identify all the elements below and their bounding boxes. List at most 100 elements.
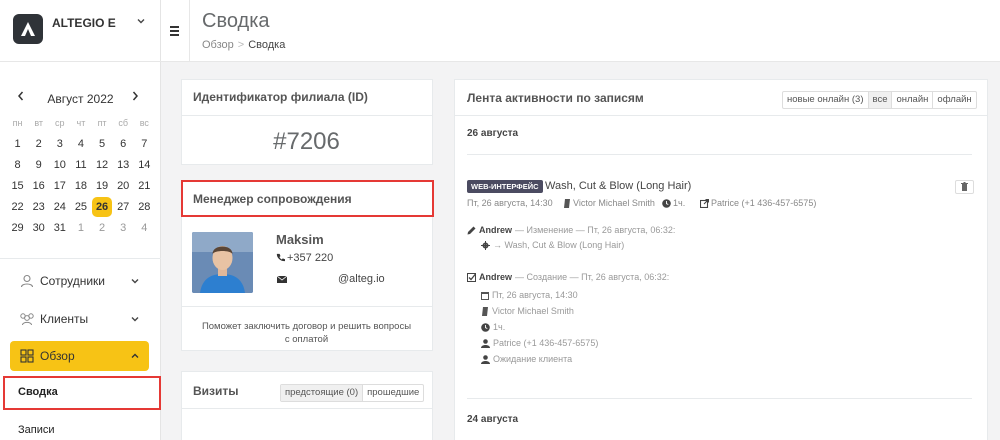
calendar-day[interactable]: 28	[134, 201, 155, 213]
brand-header[interactable]: ALTEGIO E	[0, 0, 161, 62]
activity-title: Лента активности по записям	[467, 91, 644, 105]
visits-title: Визиты	[193, 384, 239, 398]
calendar-day[interactable]: 8	[7, 159, 28, 171]
log-header-change: Andrew — Изменение — Пт, 26 августа, 06:3…	[467, 225, 675, 235]
pencil-icon	[467, 226, 476, 234]
manager-note: Поможет заключить договор и решить вопро…	[201, 321, 412, 345]
calendar-day[interactable]: 11	[70, 159, 91, 171]
calendar-day[interactable]: 10	[49, 159, 70, 171]
calendar-day-next-month[interactable]: 1	[70, 222, 91, 234]
gear-icon	[481, 240, 490, 250]
calendar-grid: пн вт ср чт пт сб вс 1 2 3 4 5 6 7 8 9 1…	[7, 112, 155, 238]
calendar-day[interactable]: 3	[49, 138, 70, 150]
log-create-item: Пт, 26 августа, 14:30	[481, 290, 578, 300]
filter-upcoming[interactable]: предстоящие (0)	[281, 385, 364, 401]
chevron-down-icon[interactable]	[136, 16, 146, 26]
branch-id-value: #7206	[273, 128, 340, 155]
log-header-create: Andrew — Создание — Пт, 26 августа, 06:32…	[467, 272, 669, 282]
calendar-day[interactable]: 1	[7, 138, 28, 150]
calendar-day[interactable]: 7	[134, 138, 155, 150]
calendar-day[interactable]: 12	[92, 159, 113, 171]
users-icon	[20, 313, 34, 326]
calendar-day[interactable]: 19	[92, 180, 113, 192]
filter-new-online[interactable]: новые онлайн (3)	[783, 92, 869, 108]
visits-filter-group: предстоящие (0) прошедшие	[280, 384, 425, 402]
calendar-day[interactable]: 13	[113, 159, 134, 171]
calendar-day[interactable]: 30	[28, 222, 49, 234]
calendar-day[interactable]: 27	[113, 201, 134, 213]
calendar-weekdays: пн вт ср чт пт сб вс	[7, 112, 155, 133]
sidebar-item-staff[interactable]: Сотрудники	[0, 264, 161, 298]
menu-icon[interactable]	[170, 26, 179, 38]
calendar-day[interactable]: 14	[134, 159, 155, 171]
sidebar-divider	[0, 258, 161, 259]
filter-past[interactable]: прошедшие	[363, 385, 423, 401]
entry-staff: Victor Michael Smith	[563, 198, 655, 208]
breadcrumb-current: Сводка	[248, 39, 286, 51]
header-divider	[189, 0, 190, 62]
breadcrumb-item[interactable]: Обзор	[202, 39, 234, 51]
card-divider	[454, 115, 988, 116]
calendar-day-today[interactable]: 26	[92, 196, 113, 217]
delete-button[interactable]	[955, 180, 974, 194]
sidebar-item-overview-content[interactable]: Обзор	[0, 339, 161, 373]
page-title: Сводка	[202, 10, 270, 32]
calendar-day[interactable]: 24	[49, 201, 70, 213]
sidebar: ALTEGIO E Август 2022 пн вт ср чт пт сб …	[0, 0, 161, 440]
calendar-week: 1 2 3 4 5 6 7	[7, 133, 155, 154]
chevron-right-icon[interactable]	[130, 90, 140, 102]
calendar-day-next-month[interactable]: 3	[113, 222, 134, 234]
calendar-week: 15 16 17 18 19 20 21	[7, 175, 155, 196]
weekday: пт	[97, 117, 107, 128]
envelope-icon	[277, 276, 287, 283]
sidebar-item-label: Обзор	[40, 349, 75, 363]
calendar-week: 22 23 24 25 26 27 28	[7, 196, 155, 217]
filter-all[interactable]: все	[868, 92, 893, 108]
calendar-day[interactable]: 20	[113, 180, 134, 192]
calendar-week: 29 30 31 1 2 3 4	[7, 217, 155, 238]
calendar-day[interactable]: 2	[28, 138, 49, 150]
log-create-text: Victor Michael Smith	[492, 306, 574, 316]
sidebar-subitem-records[interactable]: Записи	[18, 424, 55, 436]
entry-duration-text: 1ч.	[673, 198, 686, 208]
source-badge: WEB-ИНТЕРФЕЙС	[467, 180, 543, 193]
calendar-day[interactable]: 22	[7, 201, 28, 213]
calendar-day[interactable]: 31	[49, 222, 70, 234]
calendar-day[interactable]: 21	[134, 180, 155, 192]
log-action: — Создание — Пт, 26 августа, 06:32:	[515, 272, 670, 282]
feed-date-label: 26 августа	[467, 128, 519, 139]
weekday: пн	[12, 117, 23, 128]
log-create-item: 1ч.	[481, 322, 505, 332]
calendar-day[interactable]: 25	[70, 201, 91, 213]
entry-duration: 1ч.	[662, 198, 685, 208]
log-create-text: Ожидание клиента	[493, 354, 573, 364]
dashboard-icon	[20, 349, 34, 363]
calendar-day[interactable]: 6	[113, 138, 134, 150]
calendar-day[interactable]: 15	[7, 180, 28, 192]
filter-online[interactable]: онлайн	[892, 92, 934, 108]
log-create-text: 1ч.	[493, 322, 506, 332]
calendar-day[interactable]: 18	[70, 180, 91, 192]
calendar-day-next-month[interactable]: 2	[92, 222, 113, 234]
manager-phone[interactable]: +357 220	[276, 252, 333, 264]
calendar-day[interactable]: 5	[92, 138, 113, 150]
breadcrumb: Обзор > Сводка	[202, 39, 285, 51]
sidebar-item-clients[interactable]: Клиенты	[0, 302, 161, 336]
today-marker: 26	[92, 196, 113, 217]
entry-client-text[interactable]: Patrice (+1 436-457-6575)	[711, 198, 816, 208]
top-bar: Сводка Обзор > Сводка	[161, 0, 1000, 62]
service-name[interactable]: Wash, Cut & Blow (Long Hair)	[545, 180, 691, 192]
filter-offline[interactable]: офлайн	[933, 92, 975, 108]
calendar-day[interactable]: 17	[49, 180, 70, 192]
calendar-day-next-month[interactable]: 4	[134, 222, 155, 234]
sidebar-item-label: Клиенты	[40, 312, 89, 326]
manager-email[interactable]: @alteg.io	[338, 273, 385, 285]
log-create-item: Ожидание клиента	[481, 354, 572, 364]
calendar-day[interactable]: 9	[28, 159, 49, 171]
calendar-day[interactable]: 16	[28, 180, 49, 192]
user-icon	[481, 354, 490, 364]
calendar-day[interactable]: 29	[7, 222, 28, 234]
calendar-day[interactable]: 23	[28, 201, 49, 213]
calendar-day[interactable]: 4	[70, 138, 91, 150]
entry-staff-text: Victor Michael Smith	[573, 198, 655, 208]
